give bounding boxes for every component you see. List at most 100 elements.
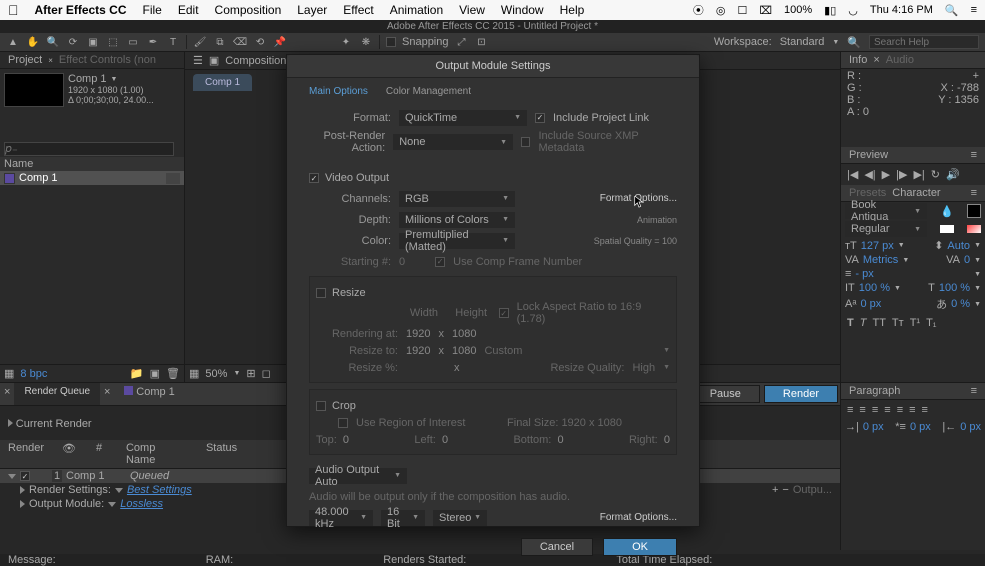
plus-icon[interactable]: +	[772, 484, 778, 496]
mag-icon[interactable]: ▦	[189, 367, 199, 380]
minus-icon[interactable]: −	[782, 484, 788, 496]
font-style-dropdown[interactable]: Regular	[845, 221, 927, 237]
menu-file[interactable]: File	[143, 3, 162, 17]
new-folder-icon[interactable]: 📁	[130, 367, 144, 380]
project-item-comp1[interactable]: Comp 1	[19, 172, 162, 184]
folder-icon[interactable]	[166, 173, 180, 184]
include-xmp-checkbox[interactable]	[521, 137, 530, 147]
disclosure-current[interactable]	[8, 419, 13, 427]
siri-icon[interactable]: ≡	[971, 4, 977, 16]
snap-edge-icon[interactable]: ⤢	[455, 35, 469, 49]
lock-icon[interactable]: ▣	[209, 54, 219, 67]
video-output-checkbox[interactable]	[309, 173, 319, 183]
project-search-input[interactable]	[4, 142, 174, 156]
render-button[interactable]: Render	[764, 385, 838, 403]
tracking-v[interactable]: 0	[964, 254, 970, 266]
justify-last-center-icon[interactable]: ≡	[897, 404, 903, 416]
preview-panel-tab[interactable]: Preview≡	[841, 147, 985, 164]
metrics[interactable]: Metrics	[863, 254, 898, 266]
tab-composition[interactable]: Composition	[225, 55, 286, 67]
smallcaps-icon[interactable]: Tᴛ	[892, 317, 904, 329]
pen-tool-icon[interactable]: ✒	[146, 35, 160, 49]
search-input[interactable]	[869, 35, 979, 49]
trash-icon[interactable]: 🗑	[166, 367, 180, 380]
text-tool-icon[interactable]: T	[166, 35, 180, 49]
leading[interactable]: Auto	[947, 240, 970, 252]
bold-icon[interactable]: T	[847, 317, 854, 329]
tsume[interactable]: 0 %	[951, 298, 970, 310]
menu-layer[interactable]: Layer	[297, 3, 327, 17]
camera-tool-icon[interactable]: ▣	[86, 35, 100, 49]
menu-animation[interactable]: Animation	[390, 3, 443, 17]
pause-button[interactable]: Pause	[691, 385, 760, 403]
justify-last-left-icon[interactable]: ≡	[884, 404, 890, 416]
allcaps-icon[interactable]: TT	[872, 317, 885, 329]
snapping-checkbox[interactable]	[386, 37, 396, 47]
italic-icon[interactable]: T	[860, 317, 867, 329]
fill-swatch[interactable]	[967, 204, 981, 218]
eraser-tool-icon[interactable]: ⌫	[233, 35, 247, 49]
audio-format-options-button[interactable]: Format Options...	[600, 512, 677, 523]
crop-checkbox[interactable]	[316, 401, 326, 411]
new-comp-icon[interactable]: ▣	[150, 367, 160, 380]
format-options-button[interactable]: Format Options...	[600, 193, 677, 204]
format-dropdown[interactable]: QuickTime	[399, 110, 527, 126]
eyedropper-icon[interactable]: 💧	[940, 205, 954, 218]
close-tab-icon[interactable]: ×	[48, 56, 53, 65]
align-left-icon[interactable]: ≡	[847, 404, 853, 416]
audio-output-dropdown[interactable]: Audio Output Auto	[309, 468, 407, 484]
hand-tool-icon[interactable]: ✋	[26, 35, 40, 49]
stroke-width[interactable]: - px	[855, 268, 873, 280]
world-tool-icon[interactable]: ❋	[359, 35, 373, 49]
vscale[interactable]: 100 %	[859, 282, 890, 294]
justify-all-icon[interactable]: ≡	[922, 404, 928, 416]
rq-settings-val[interactable]: Best Settings	[127, 484, 192, 496]
tab-info[interactable]: Info	[849, 54, 867, 66]
preview-last-icon[interactable]: ▶|	[913, 168, 924, 181]
bpc-toggle[interactable]: 8 bpc	[20, 368, 47, 380]
depth-dropdown[interactable]: Millions of Colors	[399, 212, 515, 228]
superscript-icon[interactable]: T¹	[910, 317, 920, 329]
tab-project[interactable]: Project	[8, 54, 42, 66]
align-right-icon[interactable]: ≡	[872, 404, 878, 416]
workspace-dropdown[interactable]: Standard	[780, 36, 825, 48]
color-dropdown[interactable]: Premultiplied (Matted)	[399, 233, 515, 249]
indent-left[interactable]: 0 px	[863, 421, 884, 433]
roto-tool-icon[interactable]: ⟲	[253, 35, 267, 49]
nofill-swatch[interactable]	[967, 225, 981, 233]
comp-thumbnail[interactable]	[4, 73, 64, 107]
preview-loop-icon[interactable]: ↻	[931, 168, 940, 181]
puppet-tool-icon[interactable]: 📌	[273, 35, 287, 49]
behind-tool-icon[interactable]: ⬚	[106, 35, 120, 49]
tab-character[interactable]: Character	[892, 187, 940, 199]
app-name[interactable]: After Effects CC	[35, 3, 127, 17]
comp-subtab[interactable]: Comp 1	[193, 74, 252, 91]
apple-icon[interactable]: 	[8, 2, 19, 18]
zoom-tool-icon[interactable]: 🔍	[46, 35, 60, 49]
tab-main-options[interactable]: Main Options	[309, 86, 368, 97]
preview-mute-icon[interactable]: 🔊	[946, 168, 960, 181]
paragraph-panel-tab[interactable]: Paragraph≡	[841, 383, 985, 400]
stroke-swatch[interactable]	[940, 225, 954, 233]
tab2-close-icon[interactable]: ×	[100, 383, 114, 405]
tab-comp1-timeline[interactable]: Comp 1	[114, 383, 184, 405]
indent-right[interactable]: 0 px	[960, 421, 981, 433]
tab-presets[interactable]: Presets	[849, 187, 886, 199]
include-link-checkbox[interactable]	[535, 113, 545, 123]
justify-last-right-icon[interactable]: ≡	[909, 404, 915, 416]
rq-enable[interactable]	[20, 471, 30, 481]
spotlight-icon[interactable]: 🔍	[945, 4, 959, 17]
indent-first[interactable]: 0 px	[910, 421, 931, 433]
interpretfootage-icon[interactable]: ▦	[4, 367, 14, 380]
rq-rs-disclosure[interactable]	[20, 486, 25, 494]
font-family-dropdown[interactable]: Book Antiqua	[845, 203, 927, 219]
name-column[interactable]: Name	[4, 158, 33, 170]
preview-play-icon[interactable]: ▶	[882, 168, 890, 181]
preview-first-icon[interactable]: |◀	[847, 168, 858, 181]
align-center-icon[interactable]: ≡	[859, 404, 865, 416]
tab-render-queue[interactable]: Render Queue	[14, 383, 100, 405]
font-size[interactable]: 127 px	[861, 240, 894, 252]
tab-color-management[interactable]: Color Management	[386, 86, 471, 97]
clone-tool-icon[interactable]: ⧉	[213, 35, 227, 49]
preview-prev-icon[interactable]: ◀|	[864, 168, 875, 181]
